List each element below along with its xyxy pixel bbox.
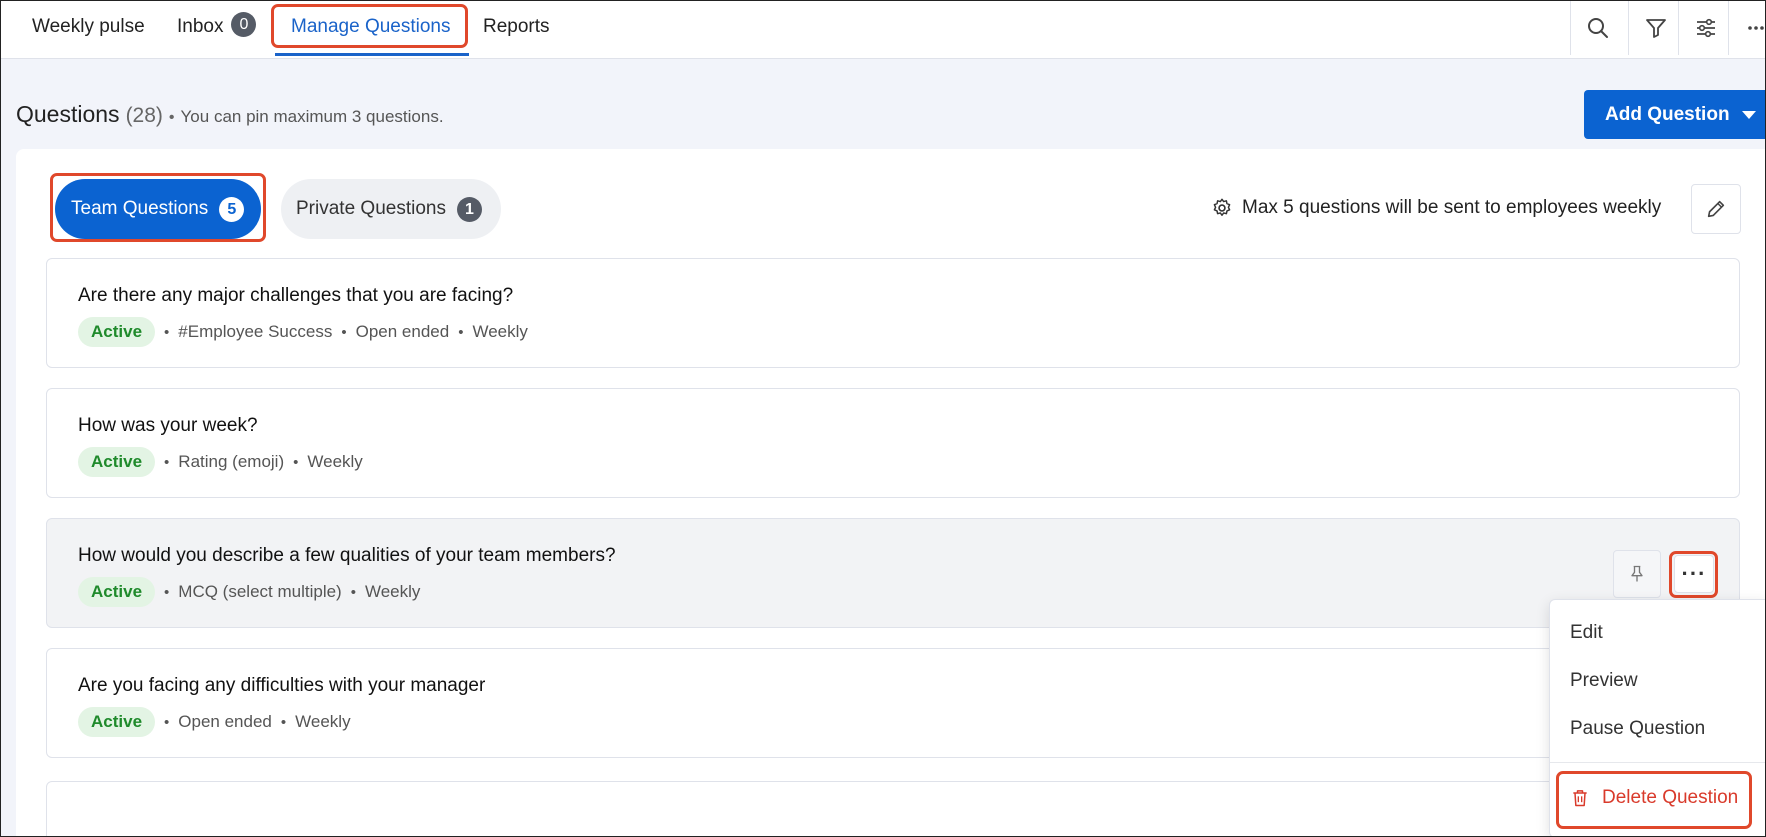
menu-item-pause-question[interactable]: Pause Question: [1570, 718, 1705, 740]
question-card[interactable]: How would you describe a few qualities o…: [46, 518, 1740, 628]
question-frequency: Weekly: [307, 452, 363, 471]
question-more-button[interactable]: ···: [1674, 555, 1714, 593]
question-card[interactable]: [46, 781, 1740, 836]
question-title: Are you facing any difficulties with you…: [78, 675, 486, 696]
private-questions-count: 1: [456, 196, 482, 222]
tab-label: Weekly pulse: [32, 16, 145, 37]
team-questions-count: 5: [219, 196, 245, 222]
pin-button[interactable]: [1613, 550, 1661, 598]
question-type: Rating (emoji): [178, 452, 285, 471]
settings-sliders-button[interactable]: [1678, 1, 1732, 55]
active-tab-indicator: [275, 53, 469, 56]
status-badge: Active: [78, 577, 156, 607]
top-nav-bar: Weekly pulse Inbox 0 Manage Questions Rep…: [1, 1, 1765, 59]
question-type: Open ended: [355, 322, 450, 341]
page-title-row: Questions (28) • You can pin maximum 3 ques…: [16, 101, 444, 128]
edit-limit-button[interactable]: [1691, 184, 1741, 234]
more-options-button[interactable]: [1728, 1, 1765, 55]
gear-icon: [1213, 198, 1231, 216]
separator-dot: •: [458, 323, 464, 341]
weekly-limit-note: Max 5 questions will be sent to employee…: [1211, 197, 1661, 219]
weekly-limit-text: Max 5 questions will be sent to employee…: [1242, 197, 1662, 218]
menu-divider: [1550, 762, 1765, 763]
question-tag: #Employee Success: [178, 322, 333, 341]
delete-question-label: Delete Question: [1602, 787, 1739, 808]
question-count: (28): [125, 104, 163, 127]
status-badge: Active: [78, 447, 156, 477]
filter-icon: [1645, 19, 1666, 38]
inbox-count-badge: 0: [231, 12, 257, 37]
question-title: How was your week?: [78, 415, 258, 436]
question-card[interactable]: Are you facing any difficulties with you…: [46, 648, 1740, 758]
question-meta: Active • #Employee Success • Open ended …: [78, 317, 528, 347]
separator-dot: •: [293, 453, 299, 471]
tab-label: Manage Questions: [291, 16, 451, 37]
question-type: Open ended: [178, 712, 272, 731]
add-question-label: Add Question: [1605, 103, 1730, 125]
more-horizontal-icon: ···: [1681, 561, 1707, 586]
question-meta: Active • Open ended • Weekly: [78, 707, 351, 737]
separator-dot: •: [164, 713, 170, 731]
question-frequency: Weekly: [295, 712, 351, 731]
question-card[interactable]: How was your week? Active • Rating (emoj…: [46, 388, 1740, 498]
filter-button[interactable]: [1628, 1, 1682, 55]
status-badge: Active: [78, 317, 156, 347]
separator-dot: •: [164, 453, 170, 471]
private-questions-tab[interactable]: Private Questions 1: [281, 179, 501, 239]
question-frequency: Weekly: [472, 322, 528, 341]
question-type: MCQ (select multiple): [178, 582, 342, 601]
team-questions-tab[interactable]: Team Questions 5: [55, 179, 261, 239]
page-title: Questions: [16, 101, 120, 127]
question-meta: Active • Rating (emoji) • Weekly: [78, 447, 363, 477]
question-frequency: Weekly: [364, 582, 421, 601]
question-title: How would you describe a few qualities o…: [78, 545, 616, 566]
tab-weekly-pulse[interactable]: Weekly pulse: [32, 1, 145, 53]
menu-item-delete-question[interactable]: Delete Question: [1570, 787, 1738, 809]
question-title: Are there any major challenges that you …: [78, 285, 514, 306]
pin-hint: You can pin maximum 3 questions.: [180, 107, 444, 126]
separator-dot: •: [350, 583, 356, 601]
question-card[interactable]: Are there any major challenges that you …: [46, 258, 1740, 368]
menu-item-edit[interactable]: Edit: [1570, 622, 1603, 644]
sliders-icon: [1696, 18, 1715, 38]
search-button[interactable]: [1570, 1, 1624, 55]
question-actions-menu: Edit Preview Pause Question Delete Quest…: [1549, 599, 1765, 836]
team-questions-label: Team Questions: [71, 198, 209, 219]
tab-reports[interactable]: Reports: [483, 1, 550, 53]
status-badge: Active: [78, 707, 156, 737]
tab-label: Reports: [483, 16, 550, 37]
separator-dot: •: [280, 713, 287, 731]
caret-down-icon: [1741, 110, 1756, 119]
tab-inbox[interactable]: Inbox 0: [177, 1, 257, 53]
question-meta: Active • MCQ (select multiple) • Weekly: [78, 577, 420, 607]
separator-dot: •: [341, 323, 347, 341]
more-horizontal-icon: [1747, 26, 1764, 30]
app-window: Weekly pulse Inbox 0 Manage Questions Rep…: [0, 0, 1766, 837]
trash-icon: [1573, 790, 1587, 807]
tab-label: Inbox: [177, 16, 224, 37]
separator-dot: •: [168, 109, 175, 126]
separator-dot: •: [164, 583, 170, 601]
private-questions-label: Private Questions: [296, 198, 446, 219]
search-icon: [1587, 18, 1608, 38]
pin-icon: [1631, 565, 1643, 582]
separator-dot: •: [164, 323, 170, 341]
menu-item-preview[interactable]: Preview: [1570, 670, 1638, 692]
add-question-button[interactable]: Add Question: [1584, 90, 1765, 139]
pencil-icon: [1707, 200, 1725, 218]
tab-manage-questions[interactable]: Manage Questions: [291, 1, 451, 53]
